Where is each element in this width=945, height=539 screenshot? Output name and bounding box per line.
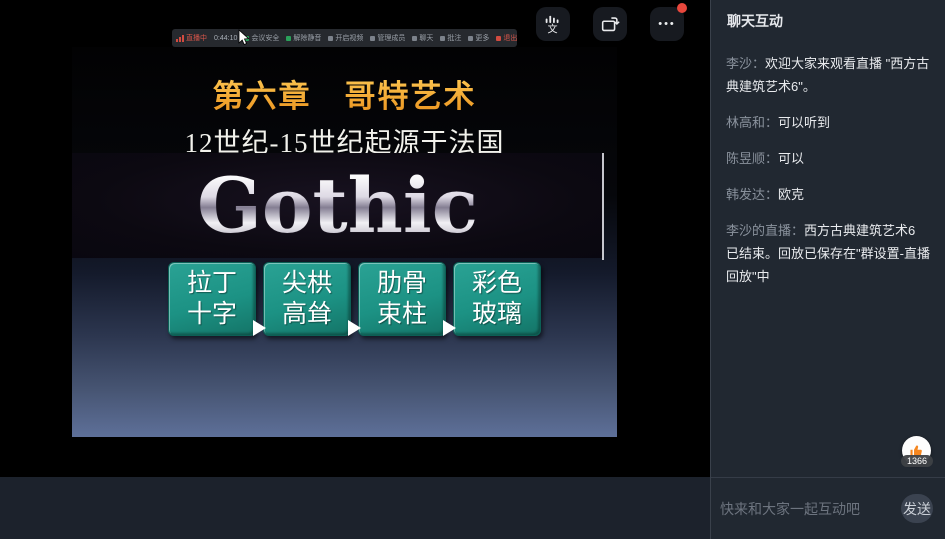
live-status-indicator: 直播中	[176, 33, 207, 43]
host-info-bar: 主播: 沙 李沙 标题: 西方古典建筑艺术6	[0, 477, 710, 539]
chat-panel-title: 聊天互动	[711, 0, 945, 45]
concept-box-latin-cross: 拉丁 十字	[168, 262, 256, 336]
captions-icon: 文	[542, 13, 564, 35]
chat-message-author: 李沙的直播：	[726, 223, 804, 238]
toolbar-item-more[interactable]: 更多	[468, 33, 489, 43]
chat-message-text: 可以听到	[778, 115, 830, 130]
captions-button[interactable]: 文	[536, 7, 570, 41]
camera-icon	[328, 36, 333, 41]
chat-message-list[interactable]: 李沙：欢迎大家来观看直播 "西方古典建筑艺术6"。 林高和：可以听到 陈昱顺：可…	[711, 45, 945, 288]
chat-panel: 聊天互动 李沙：欢迎大家来观看直播 "西方古典建筑艺术6"。 林高和：可以听到 …	[710, 0, 945, 539]
toolbar-item-exit-fullscreen[interactable]: 退出全屏	[496, 33, 517, 43]
concept-box-ribbed-column: 肋骨 束柱	[358, 262, 446, 336]
concept-box-stained-glass: 彩色 玻璃	[453, 262, 541, 336]
chat-message-text: 可以	[778, 151, 804, 166]
banner-edge-line	[602, 153, 604, 260]
meeting-timer: 0:44:10	[214, 35, 237, 42]
chat-message-author: 李沙：	[726, 56, 765, 71]
toolbar-item-unmute[interactable]: 解除静音	[286, 33, 321, 43]
chat-message: 陈昱顺：可以	[726, 147, 930, 170]
live-stream-window: 直播中 0:44:10 会议安全 解除静音 开启视频 管理成员 聊天	[0, 0, 945, 539]
flow-arrow-icon	[253, 320, 266, 336]
pen-icon	[440, 36, 445, 41]
chat-input[interactable]	[720, 501, 901, 517]
rotate-screen-icon	[599, 13, 621, 35]
chat-message: 韩发达：欧克	[726, 183, 930, 206]
signal-bars-icon	[176, 35, 184, 42]
exit-fullscreen-icon	[496, 36, 501, 41]
send-button[interactable]: 发送	[901, 494, 933, 523]
chat-message-author: 陈昱顺：	[726, 151, 778, 166]
microphone-icon	[286, 36, 291, 41]
more-icon: •••	[658, 19, 676, 30]
flow-arrow-icon	[443, 320, 456, 336]
video-stage: 直播中 0:44:10 会议安全 解除静音 开启视频 管理成员 聊天	[0, 0, 710, 477]
mouse-cursor	[238, 29, 250, 47]
screen-share-toolbar: 直播中 0:44:10 会议安全 解除静音 开启视频 管理成员 聊天	[172, 29, 517, 47]
chat-input-bar: 发送	[711, 477, 945, 539]
chat-message-author: 韩发达：	[726, 187, 778, 202]
toolbar-item-chat[interactable]: 聊天	[412, 33, 433, 43]
concept-boxes: 拉丁 十字 尖栱 高耸 肋骨 束柱 彩色 玻璃	[168, 262, 541, 336]
slide-chapter-title: 第六章 哥特艺术	[72, 71, 617, 116]
concept-box-pointed-arch: 尖栱 高耸	[263, 262, 351, 336]
toolbar-item-annotate[interactable]: 批注	[440, 33, 461, 43]
toolbar-item-camera[interactable]: 开启视频	[328, 33, 363, 43]
chat-message-author: 林高和：	[726, 115, 778, 130]
more-button[interactable]: •••	[650, 7, 684, 41]
chat-message: 林高和：可以听到	[726, 111, 930, 134]
members-icon	[370, 36, 375, 41]
notification-dot	[677, 3, 687, 13]
ellipsis-icon	[468, 36, 473, 41]
like-count-badge: 1366	[901, 455, 933, 467]
flow-arrow-icon	[348, 320, 361, 336]
chat-message-text: 欧克	[778, 187, 804, 202]
chat-bubble-icon	[412, 36, 417, 41]
toolbar-item-members[interactable]: 管理成员	[370, 33, 405, 43]
rotate-screen-button[interactable]	[593, 7, 627, 41]
like-button[interactable]: 1366	[902, 436, 932, 478]
chat-message: 李沙的直播：西方古典建筑艺术6 已结束。回放已保存在"群设置-直播回放"中	[726, 219, 930, 288]
gothic-banner-image: Gothic	[72, 153, 603, 258]
gothic-banner-text: Gothic	[197, 168, 478, 244]
svg-text:文: 文	[548, 22, 558, 35]
presentation-slide: 第六章 哥特艺术 12世纪-15世纪起源于法国 Gothic 拉丁 十字 尖栱 …	[72, 47, 617, 437]
chat-message: 李沙：欢迎大家来观看直播 "西方古典建筑艺术6"。	[726, 52, 930, 98]
